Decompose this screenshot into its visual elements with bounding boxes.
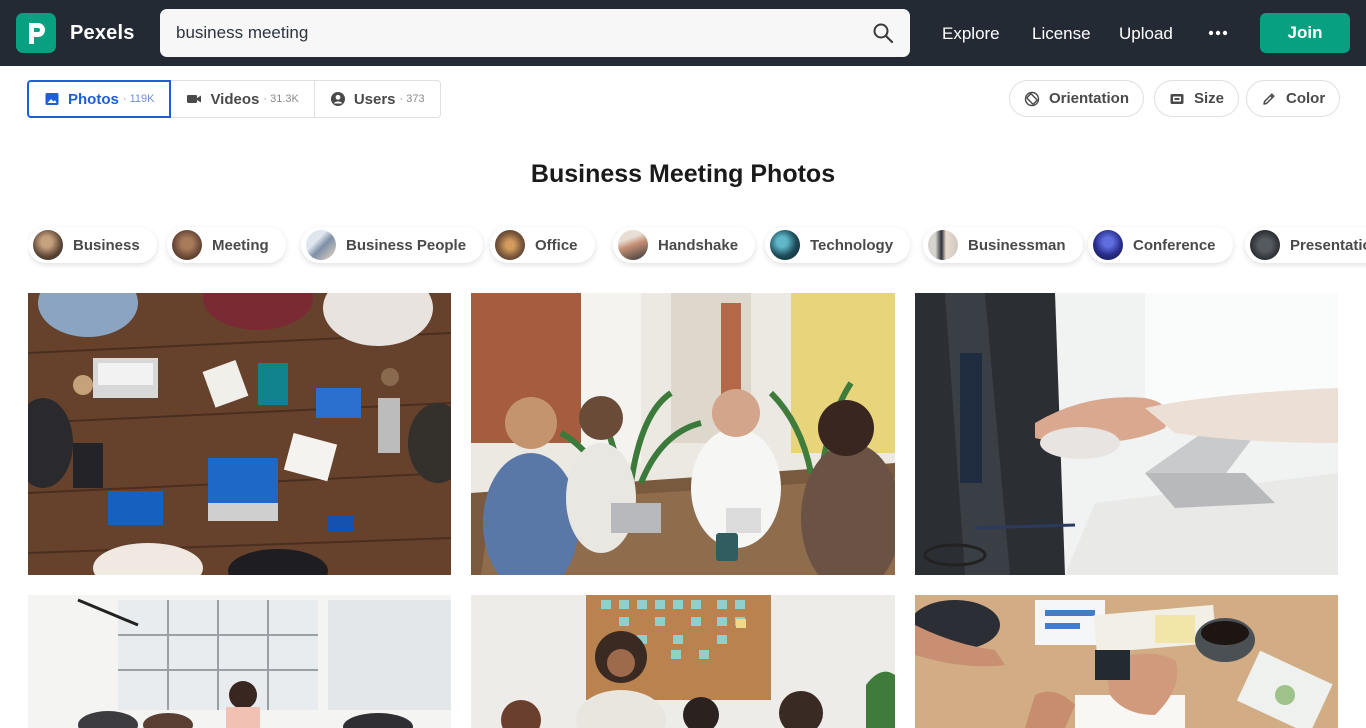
photo-meeting-room-plants[interactable] xyxy=(471,293,895,575)
orientation-filter-button[interactable]: Orientation xyxy=(1009,80,1145,117)
page-title: Business Meeting Photos xyxy=(530,160,836,188)
photo-office-presentation[interactable] xyxy=(28,595,451,728)
more-options-icon[interactable] xyxy=(1206,22,1230,44)
chip-label: Meeting xyxy=(212,236,269,254)
logo-text[interactable]: Pexels xyxy=(70,22,135,45)
color-filter-label: Color xyxy=(1286,90,1326,107)
image-icon xyxy=(44,91,60,107)
color-filter-button[interactable]: Color xyxy=(1246,80,1341,117)
chip-label: Businessman xyxy=(968,236,1066,254)
video-camera-icon xyxy=(186,91,202,107)
search-bar xyxy=(160,9,910,57)
related-chip-technology[interactable]: Technology xyxy=(765,227,911,263)
related-chip-meeting[interactable]: Meeting xyxy=(167,227,286,263)
chip-thumbnail xyxy=(172,230,202,260)
photo-handshake-laptop[interactable] xyxy=(915,293,1338,575)
chip-label: Presentation xyxy=(1290,236,1366,254)
chip-label: Technology xyxy=(810,236,894,254)
chip-label: Business xyxy=(73,236,140,254)
tab-users-count: · 373 xyxy=(399,93,425,105)
photo-corkboard-meeting[interactable] xyxy=(471,595,895,728)
join-button[interactable]: Join xyxy=(1260,13,1350,53)
nav-license-link[interactable]: License xyxy=(1032,24,1091,44)
chip-label: Business People xyxy=(346,236,467,254)
size-filter-button[interactable]: Size xyxy=(1154,80,1240,117)
chip-thumbnail xyxy=(928,230,958,260)
tab-photos-label: Photos xyxy=(68,90,119,108)
media-type-tabs: Photos · 119K Videos · 31.3K Users · 373 xyxy=(27,80,441,118)
chip-thumbnail xyxy=(33,230,63,260)
related-chip-business[interactable]: Business xyxy=(28,227,157,263)
related-chip-handshake[interactable]: Handshake xyxy=(613,227,756,263)
chip-thumbnail xyxy=(495,230,525,260)
tab-videos-label: Videos xyxy=(210,90,260,108)
related-chip-presentation[interactable]: Presentation xyxy=(1245,227,1366,263)
chip-label: Office xyxy=(535,236,578,254)
top-navigation-bar: Pexels Explore License Upload Join xyxy=(0,0,1366,66)
tab-photos[interactable]: Photos · 119K xyxy=(27,80,172,118)
chip-label: Handshake xyxy=(658,236,739,254)
search-icon[interactable] xyxy=(872,22,894,44)
pexels-logo-icon[interactable] xyxy=(16,13,56,53)
user-circle-icon xyxy=(330,91,346,107)
related-searches: Business Meeting Business People Office … xyxy=(28,222,1366,268)
related-chip-businessman[interactable]: Businessman xyxy=(923,227,1083,263)
size-filter-label: Size xyxy=(1194,90,1225,107)
related-chip-business-people[interactable]: Business People xyxy=(301,227,484,263)
orientation-icon xyxy=(1024,91,1040,107)
pencil-icon xyxy=(1261,91,1277,107)
tab-videos-count: · 31.3K xyxy=(263,93,299,105)
tab-users-label: Users xyxy=(353,90,396,108)
chip-thumbnail xyxy=(1093,230,1123,260)
search-input[interactable] xyxy=(176,9,856,57)
tab-photos-count: · 119K xyxy=(122,93,155,105)
size-icon xyxy=(1169,91,1185,107)
nav-upload-link[interactable]: Upload xyxy=(1119,24,1173,44)
orientation-filter-label: Orientation xyxy=(1049,90,1130,107)
related-chip-office[interactable]: Office xyxy=(490,227,595,263)
tab-users[interactable]: Users · 373 xyxy=(314,80,441,118)
related-chip-conference[interactable]: Conference xyxy=(1088,227,1233,263)
photo-team-table-overhead[interactable] xyxy=(28,293,451,575)
chip-label: Conference xyxy=(1133,236,1216,254)
nav-explore-link[interactable]: Explore xyxy=(942,24,1000,44)
chip-thumbnail xyxy=(1250,230,1280,260)
chip-thumbnail xyxy=(770,230,800,260)
tab-videos[interactable]: Videos · 31.3K xyxy=(171,80,315,118)
chip-thumbnail xyxy=(306,230,336,260)
chip-thumbnail xyxy=(618,230,648,260)
photo-desk-charts-coffee[interactable] xyxy=(915,595,1338,728)
